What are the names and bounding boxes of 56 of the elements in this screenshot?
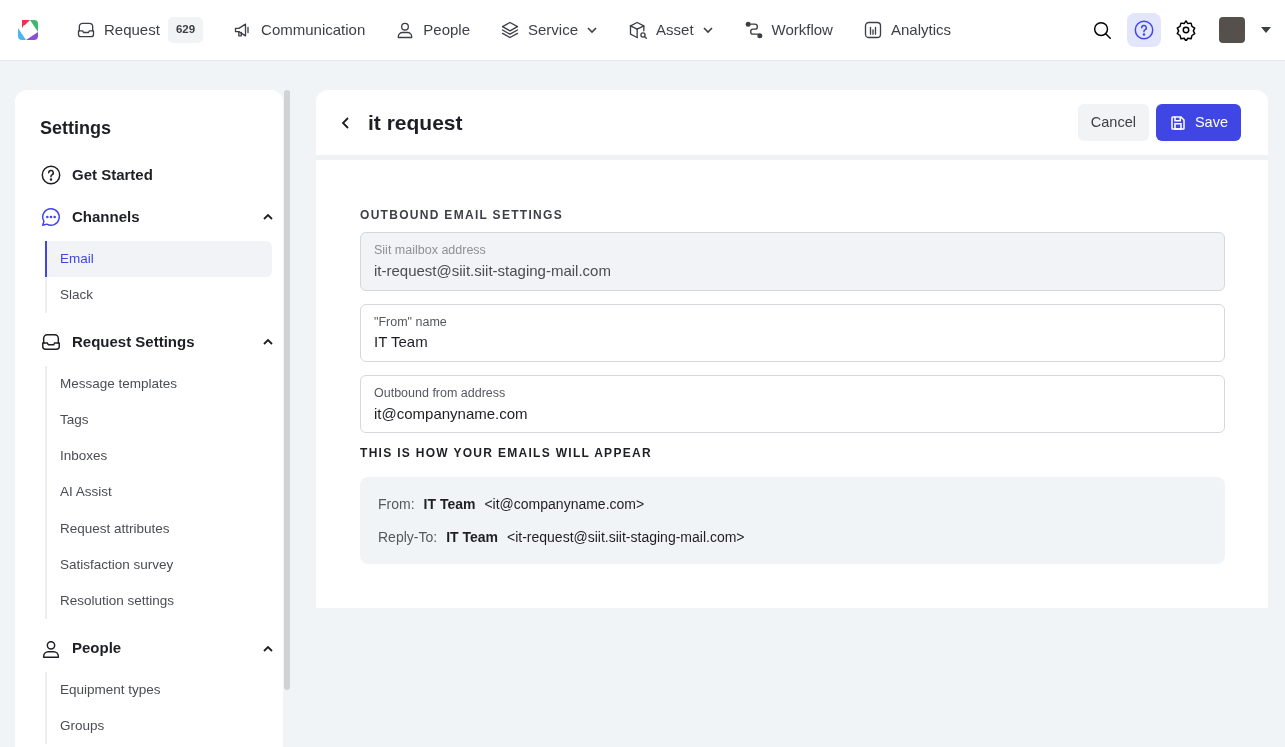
section-heading: OUTBOUND EMAIL SETTINGS	[360, 208, 564, 223]
nav-menu-item[interactable]: Workflow	[743, 18, 833, 42]
sender-name: IT Team	[423, 494, 476, 514]
box-icon	[628, 20, 649, 40]
nav-menu-item[interactable]: Analytics	[862, 18, 951, 42]
sidebar-group[interactable]: People	[40, 627, 274, 670]
sidebar-group[interactable]: Get Started	[40, 153, 274, 197]
caret-icon[interactable]	[1261, 27, 1271, 33]
nav-menu-item[interactable]: People	[395, 18, 470, 42]
input-field[interactable]: it@companyname.com	[374, 402, 1211, 426]
sidebar-group[interactable]: Channels	[40, 196, 274, 239]
sidebar-item[interactable]: Email	[45, 240, 272, 277]
sidebar-item[interactable]: Resolution settings	[45, 583, 272, 620]
sidebar-item[interactable]: Request attributes	[45, 510, 272, 547]
email-address: <it@companyname.com>	[484, 494, 645, 514]
sidebar-item[interactable]: Slack	[45, 276, 272, 314]
sidebar-group[interactable]: Request Settings	[40, 321, 274, 364]
page-title: it request	[368, 109, 464, 136]
sidebar-item[interactable]: Equipment types	[45, 671, 272, 709]
help-icon	[1133, 19, 1155, 41]
sidebar-item[interactable]: Message templates	[45, 365, 272, 402]
text-field[interactable]: Outbound from address it@companyname.com	[360, 374, 1225, 434]
nav-menu-item[interactable]: Request 629	[76, 17, 204, 43]
search-icon	[1091, 19, 1113, 41]
input-field[interactable]: IT Team	[374, 331, 1211, 354]
nav-menu-item[interactable]: Asset	[628, 18, 714, 42]
scrollbar[interactable]	[284, 90, 290, 690]
workflow-icon	[743, 20, 764, 40]
settings-icon	[1175, 19, 1197, 41]
nav-menu-item[interactable]: Communication	[233, 18, 366, 42]
sidebar-item[interactable]: AI Assist	[45, 474, 272, 511]
preview-label: Reply-To:	[378, 527, 438, 547]
sidebar-title: Settings	[40, 118, 112, 140]
sidebar-item[interactable]: Inboxes	[45, 438, 272, 475]
chart-icon	[862, 20, 883, 40]
text-field[interactable]: "From" name IT Team	[360, 303, 1225, 362]
nav-menu-item[interactable]: Service	[500, 18, 599, 42]
sidebar-item[interactable]: Satisfaction survey	[45, 546, 272, 584]
chat-bubble-icon	[40, 206, 62, 229]
field-label: "From" name	[374, 313, 448, 331]
section-heading: THIS IS HOW YOUR EMAILS WILL APPEAR	[360, 446, 653, 461]
cancel-button[interactable]: Cancel	[1077, 103, 1149, 142]
count-badge: 629	[167, 17, 204, 43]
app-logo[interactable]	[16, 18, 40, 42]
email-address: <it-request@siit.siit-staging-mail.com>	[507, 527, 745, 547]
field-label: Siit mailbox address	[374, 242, 487, 260]
preview-label: From:	[378, 494, 415, 514]
sidebar-item[interactable]: Groups	[45, 708, 272, 745]
field-label: Outbound from address	[374, 384, 507, 402]
sidebar-item[interactable]: Tags	[45, 401, 272, 439]
help-button[interactable]	[1127, 13, 1161, 47]
inbox-icon	[76, 20, 96, 40]
layers-icon	[500, 20, 520, 40]
help-icon	[40, 163, 62, 186]
save-button[interactable]: Save	[1155, 103, 1241, 142]
sender-name: IT Team	[446, 527, 498, 547]
